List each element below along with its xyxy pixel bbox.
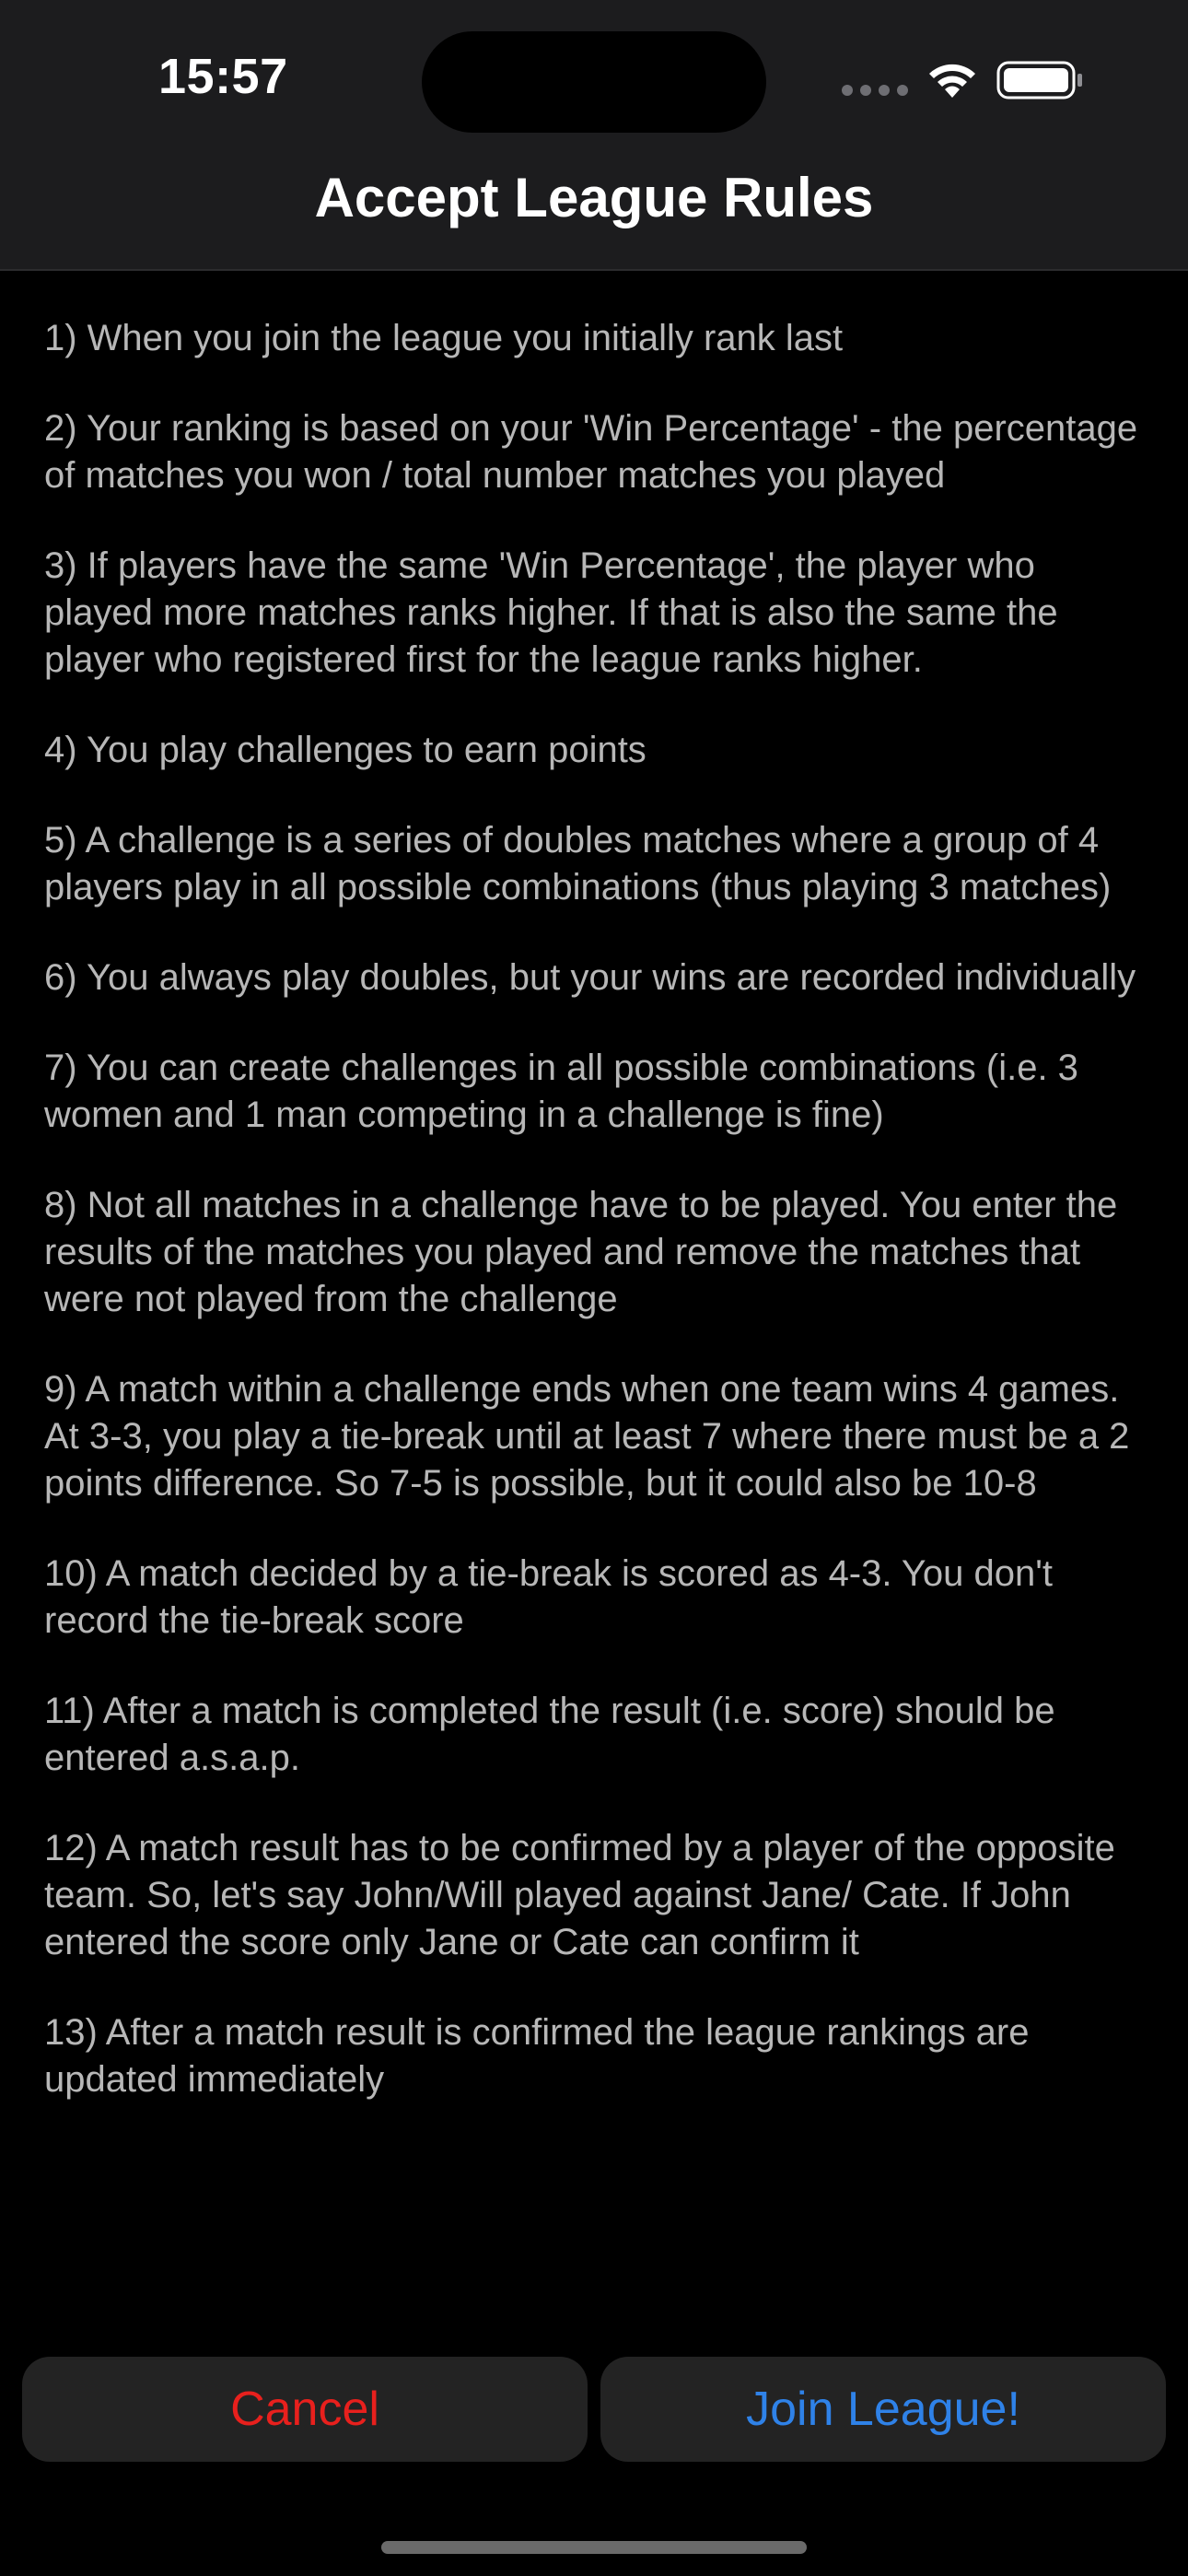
dynamic-island <box>422 31 766 133</box>
rule-item: 4) You play challenges to earn points <box>44 730 646 770</box>
navigation-bar: 15:57 Accept League Rules <box>0 0 1188 271</box>
rule-item: 7) You can create challenges in all poss… <box>44 1048 1078 1135</box>
rule-item: 9) A match within a challenge ends when … <box>44 1369 1130 1504</box>
wifi-icon <box>929 64 975 98</box>
rule-item: 12) A match result has to be confirmed b… <box>44 1828 1115 1962</box>
join-league-button[interactable]: Join League! <box>600 2357 1166 2462</box>
status-time: 15:57 <box>158 49 288 104</box>
rule-item: 6) You always play doubles, but your win… <box>44 957 1136 998</box>
cellular-signal-icon <box>842 85 908 96</box>
battery-icon <box>996 61 1082 100</box>
rules-scroll-view[interactable]: 1) When you join the league you initiall… <box>0 271 1188 2313</box>
rule-item: 5) A challenge is a series of doubles ma… <box>44 820 1112 907</box>
action-bar: Cancel Join League! <box>22 2357 1166 2462</box>
rule-item: 1) When you join the league you initiall… <box>44 318 844 358</box>
page-title: Accept League Rules <box>314 167 874 228</box>
rule-item: 10) A match decided by a tie-break is sc… <box>44 1553 1053 1641</box>
rules-list: 1) When you join the league you initiall… <box>44 315 1149 2147</box>
rule-item: 2) Your ranking is based on your 'Win Pe… <box>44 408 1138 496</box>
rule-item: 8) Not all matches in a challenge have t… <box>44 1185 1118 1319</box>
rule-item: 13) After a match result is confirmed th… <box>44 2012 1030 2100</box>
cancel-button[interactable]: Cancel <box>22 2357 588 2462</box>
rule-item: 3) If players have the same 'Win Percent… <box>44 545 1058 680</box>
home-indicator[interactable] <box>381 2541 807 2554</box>
rule-item: 11) After a match is completed the resul… <box>44 1691 1055 1778</box>
